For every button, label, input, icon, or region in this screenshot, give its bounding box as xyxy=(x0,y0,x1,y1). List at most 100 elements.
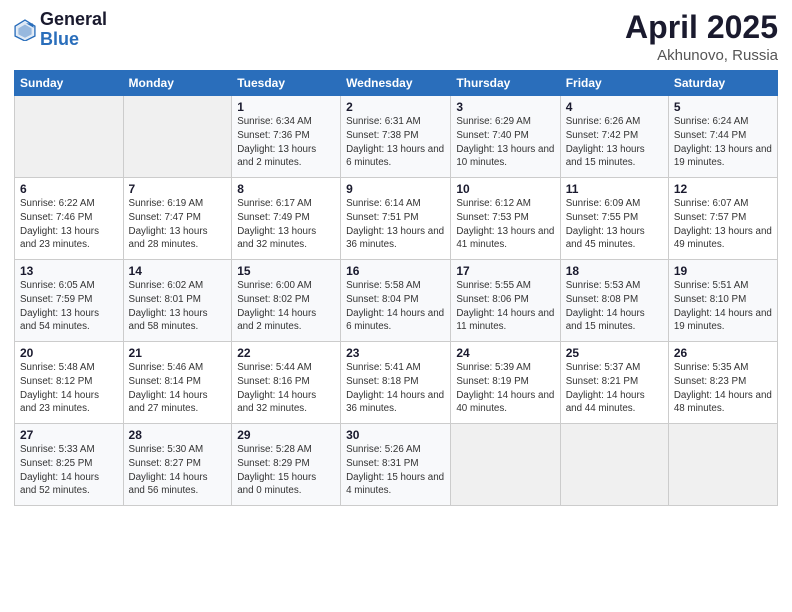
day-number: 10 xyxy=(456,182,554,196)
day-cell: 14Sunrise: 6:02 AMSunset: 8:01 PMDayligh… xyxy=(123,260,232,342)
day-number: 11 xyxy=(566,182,663,196)
day-info: Sunrise: 6:05 AMSunset: 7:59 PMDaylight:… xyxy=(20,279,118,334)
day-cell xyxy=(668,424,777,506)
day-info: Sunrise: 5:41 AMSunset: 8:18 PMDaylight:… xyxy=(346,361,445,416)
day-cell: 11Sunrise: 6:09 AMSunset: 7:55 PMDayligh… xyxy=(560,178,668,260)
day-number: 13 xyxy=(20,264,118,278)
day-info: Sunrise: 5:58 AMSunset: 8:04 PMDaylight:… xyxy=(346,279,445,334)
day-info: Sunrise: 5:30 AMSunset: 8:27 PMDaylight:… xyxy=(129,443,227,498)
day-cell xyxy=(560,424,668,506)
day-number: 29 xyxy=(237,428,335,442)
day-info: Sunrise: 5:55 AMSunset: 8:06 PMDaylight:… xyxy=(456,279,554,334)
page: General Blue April 2025 Akhunovo, Russia… xyxy=(0,0,792,612)
header-friday: Friday xyxy=(560,71,668,96)
week-row-4: 27Sunrise: 5:33 AMSunset: 8:25 PMDayligh… xyxy=(15,424,778,506)
day-number: 12 xyxy=(674,182,772,196)
day-number: 8 xyxy=(237,182,335,196)
day-info: Sunrise: 6:17 AMSunset: 7:49 PMDaylight:… xyxy=(237,197,335,252)
day-number: 19 xyxy=(674,264,772,278)
day-cell: 26Sunrise: 5:35 AMSunset: 8:23 PMDayligh… xyxy=(668,342,777,424)
day-info: Sunrise: 5:44 AMSunset: 8:16 PMDaylight:… xyxy=(237,361,335,416)
day-cell: 1Sunrise: 6:34 AMSunset: 7:36 PMDaylight… xyxy=(232,96,341,178)
day-info: Sunrise: 5:37 AMSunset: 8:21 PMDaylight:… xyxy=(566,361,663,416)
day-info: Sunrise: 6:00 AMSunset: 8:02 PMDaylight:… xyxy=(237,279,335,334)
day-info: Sunrise: 5:53 AMSunset: 8:08 PMDaylight:… xyxy=(566,279,663,334)
day-number: 20 xyxy=(20,346,118,360)
day-cell: 18Sunrise: 5:53 AMSunset: 8:08 PMDayligh… xyxy=(560,260,668,342)
day-cell: 10Sunrise: 6:12 AMSunset: 7:53 PMDayligh… xyxy=(451,178,560,260)
day-number: 5 xyxy=(674,100,772,114)
header-monday: Monday xyxy=(123,71,232,96)
day-number: 15 xyxy=(237,264,335,278)
day-cell: 24Sunrise: 5:39 AMSunset: 8:19 PMDayligh… xyxy=(451,342,560,424)
day-cell: 30Sunrise: 5:26 AMSunset: 8:31 PMDayligh… xyxy=(341,424,451,506)
day-cell: 17Sunrise: 5:55 AMSunset: 8:06 PMDayligh… xyxy=(451,260,560,342)
header: General Blue April 2025 Akhunovo, Russia xyxy=(14,10,778,64)
day-number: 22 xyxy=(237,346,335,360)
day-cell: 7Sunrise: 6:19 AMSunset: 7:47 PMDaylight… xyxy=(123,178,232,260)
day-cell: 15Sunrise: 6:00 AMSunset: 8:02 PMDayligh… xyxy=(232,260,341,342)
day-cell: 4Sunrise: 6:26 AMSunset: 7:42 PMDaylight… xyxy=(560,96,668,178)
day-info: Sunrise: 5:33 AMSunset: 8:25 PMDaylight:… xyxy=(20,443,118,498)
week-row-2: 13Sunrise: 6:05 AMSunset: 7:59 PMDayligh… xyxy=(15,260,778,342)
day-number: 4 xyxy=(566,100,663,114)
day-cell: 19Sunrise: 5:51 AMSunset: 8:10 PMDayligh… xyxy=(668,260,777,342)
day-number: 24 xyxy=(456,346,554,360)
day-info: Sunrise: 6:34 AMSunset: 7:36 PMDaylight:… xyxy=(237,115,335,170)
day-number: 18 xyxy=(566,264,663,278)
day-number: 23 xyxy=(346,346,445,360)
day-cell: 21Sunrise: 5:46 AMSunset: 8:14 PMDayligh… xyxy=(123,342,232,424)
day-info: Sunrise: 6:31 AMSunset: 7:38 PMDaylight:… xyxy=(346,115,445,170)
day-number: 14 xyxy=(129,264,227,278)
day-info: Sunrise: 6:12 AMSunset: 7:53 PMDaylight:… xyxy=(456,197,554,252)
day-cell: 20Sunrise: 5:48 AMSunset: 8:12 PMDayligh… xyxy=(15,342,124,424)
day-info: Sunrise: 6:19 AMSunset: 7:47 PMDaylight:… xyxy=(129,197,227,252)
day-cell: 29Sunrise: 5:28 AMSunset: 8:29 PMDayligh… xyxy=(232,424,341,506)
week-row-3: 20Sunrise: 5:48 AMSunset: 8:12 PMDayligh… xyxy=(15,342,778,424)
day-cell: 23Sunrise: 5:41 AMSunset: 8:18 PMDayligh… xyxy=(341,342,451,424)
title-month: April 2025 xyxy=(625,10,778,45)
day-number: 28 xyxy=(129,428,227,442)
day-cell xyxy=(123,96,232,178)
day-cell xyxy=(451,424,560,506)
day-info: Sunrise: 5:39 AMSunset: 8:19 PMDaylight:… xyxy=(456,361,554,416)
day-info: Sunrise: 5:28 AMSunset: 8:29 PMDaylight:… xyxy=(237,443,335,498)
day-number: 30 xyxy=(346,428,445,442)
day-number: 7 xyxy=(129,182,227,196)
day-number: 17 xyxy=(456,264,554,278)
header-wednesday: Wednesday xyxy=(341,71,451,96)
day-info: Sunrise: 6:26 AMSunset: 7:42 PMDaylight:… xyxy=(566,115,663,170)
day-info: Sunrise: 5:35 AMSunset: 8:23 PMDaylight:… xyxy=(674,361,772,416)
title-location: Akhunovo, Russia xyxy=(625,47,778,64)
header-row: Sunday Monday Tuesday Wednesday Thursday… xyxy=(15,71,778,96)
day-number: 26 xyxy=(674,346,772,360)
header-tuesday: Tuesday xyxy=(232,71,341,96)
day-cell xyxy=(15,96,124,178)
week-row-0: 1Sunrise: 6:34 AMSunset: 7:36 PMDaylight… xyxy=(15,96,778,178)
logo-general: General xyxy=(40,10,107,30)
day-info: Sunrise: 6:24 AMSunset: 7:44 PMDaylight:… xyxy=(674,115,772,170)
day-info: Sunrise: 5:51 AMSunset: 8:10 PMDaylight:… xyxy=(674,279,772,334)
day-number: 27 xyxy=(20,428,118,442)
logo-icon xyxy=(14,19,36,41)
day-cell: 12Sunrise: 6:07 AMSunset: 7:57 PMDayligh… xyxy=(668,178,777,260)
day-number: 3 xyxy=(456,100,554,114)
day-cell: 8Sunrise: 6:17 AMSunset: 7:49 PMDaylight… xyxy=(232,178,341,260)
day-number: 2 xyxy=(346,100,445,114)
day-cell: 22Sunrise: 5:44 AMSunset: 8:16 PMDayligh… xyxy=(232,342,341,424)
day-cell: 9Sunrise: 6:14 AMSunset: 7:51 PMDaylight… xyxy=(341,178,451,260)
header-thursday: Thursday xyxy=(451,71,560,96)
day-number: 6 xyxy=(20,182,118,196)
day-cell: 2Sunrise: 6:31 AMSunset: 7:38 PMDaylight… xyxy=(341,96,451,178)
day-cell: 27Sunrise: 5:33 AMSunset: 8:25 PMDayligh… xyxy=(15,424,124,506)
day-number: 21 xyxy=(129,346,227,360)
header-saturday: Saturday xyxy=(668,71,777,96)
day-number: 25 xyxy=(566,346,663,360)
logo-text: General Blue xyxy=(40,10,107,50)
day-info: Sunrise: 5:46 AMSunset: 8:14 PMDaylight:… xyxy=(129,361,227,416)
calendar-table: Sunday Monday Tuesday Wednesday Thursday… xyxy=(14,70,778,506)
day-cell: 28Sunrise: 5:30 AMSunset: 8:27 PMDayligh… xyxy=(123,424,232,506)
day-number: 1 xyxy=(237,100,335,114)
title-block: April 2025 Akhunovo, Russia xyxy=(625,10,778,64)
day-info: Sunrise: 5:26 AMSunset: 8:31 PMDaylight:… xyxy=(346,443,445,498)
